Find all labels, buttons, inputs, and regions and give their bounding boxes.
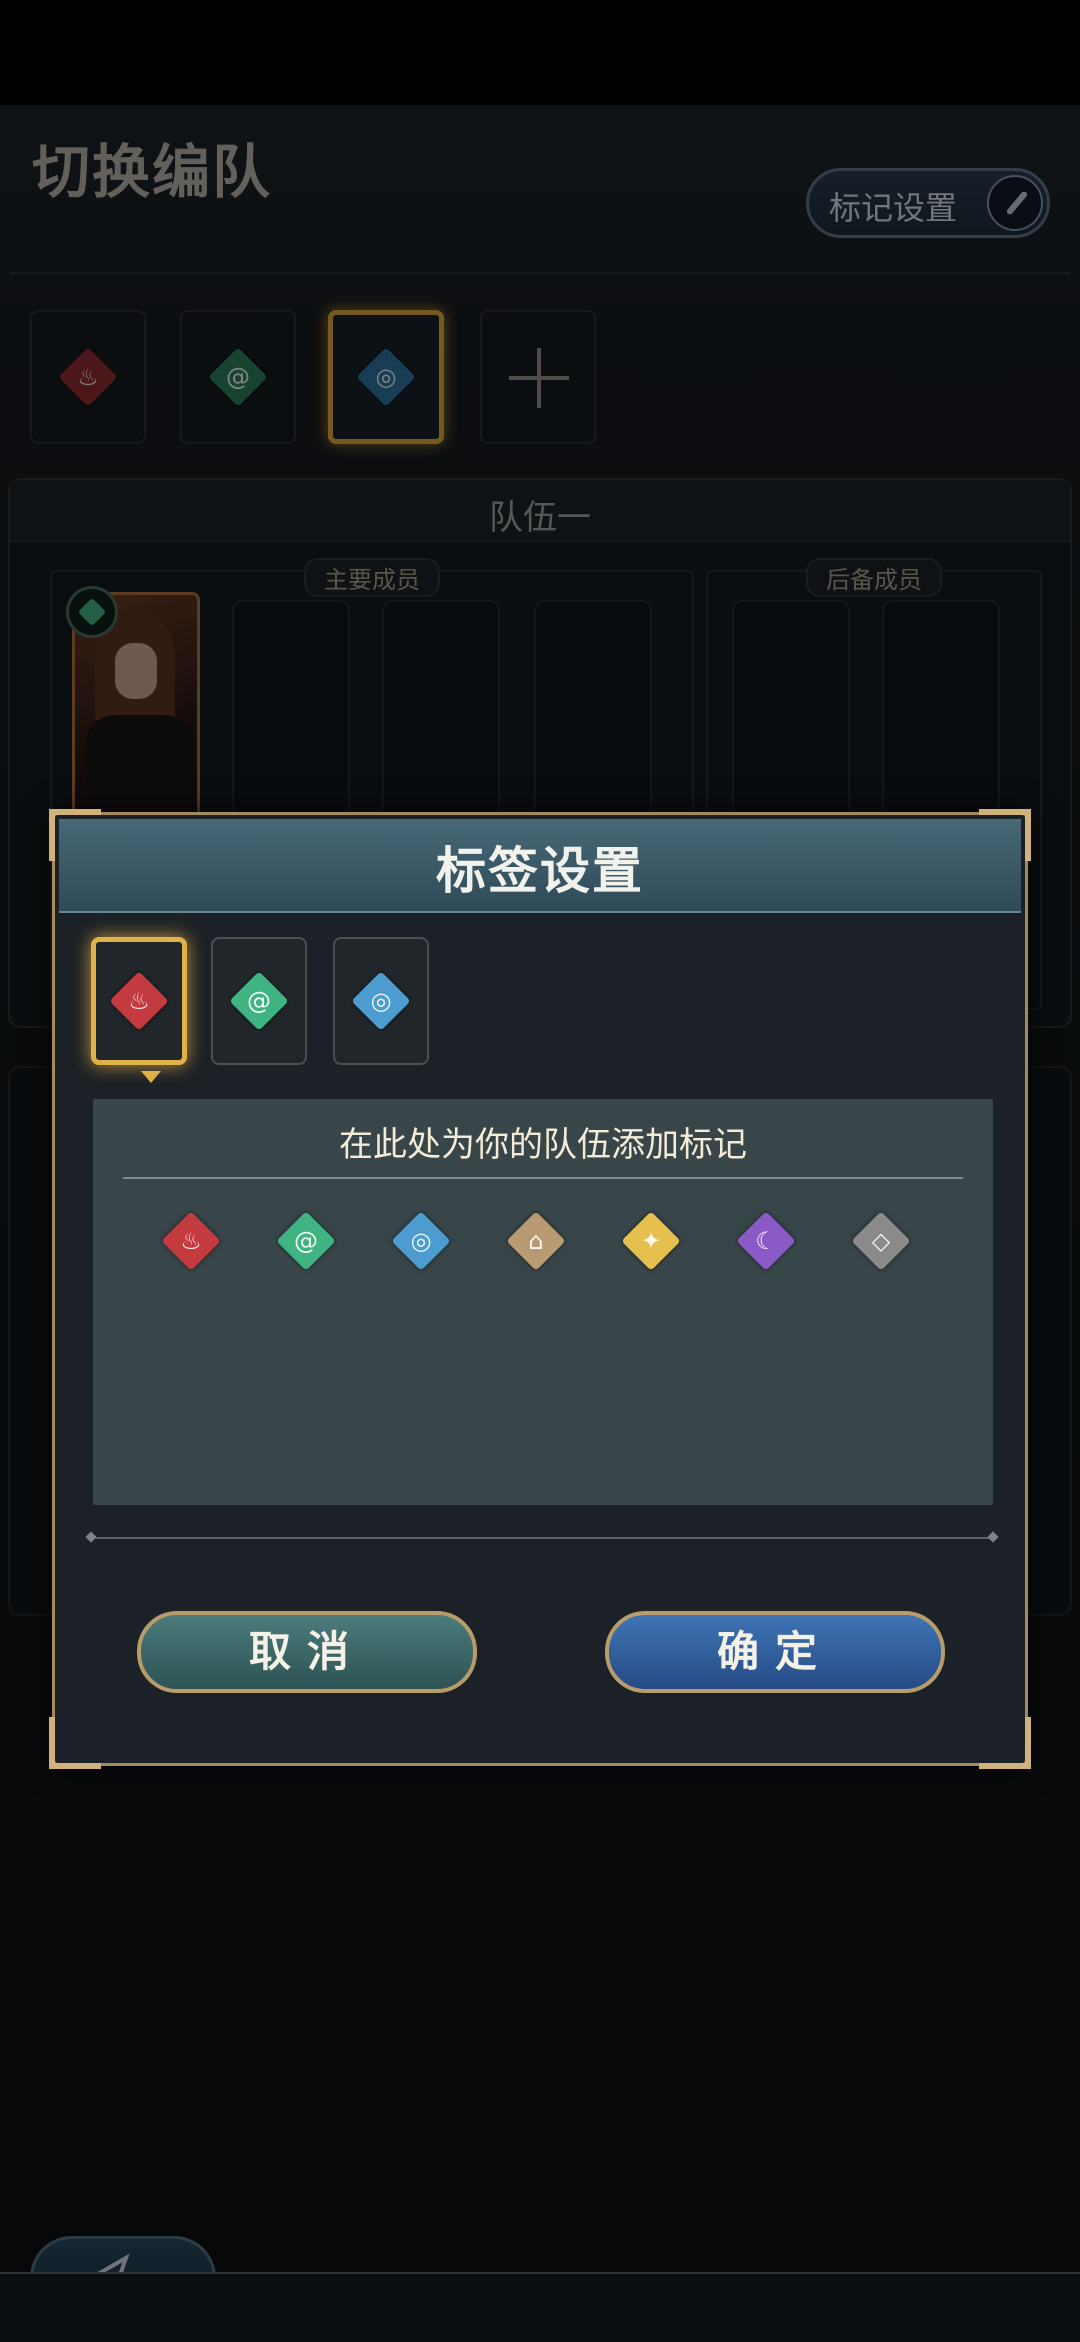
- neutral-element-icon[interactable]: ◇: [851, 1211, 911, 1271]
- cancel-label: 取消: [248, 1627, 365, 1676]
- selected-tag-slot-water[interactable]: ◎: [333, 937, 429, 1065]
- dark-element-icon[interactable]: ☾: [736, 1211, 796, 1271]
- light-element-icon[interactable]: ✦: [621, 1211, 681, 1271]
- selection-pointer: [141, 1071, 161, 1083]
- status-bar: [0, 0, 1080, 105]
- water-element-icon: ◎: [351, 971, 411, 1031]
- bottom-bar: [0, 2272, 1080, 2342]
- selected-tag-slot-wind[interactable]: @: [211, 937, 307, 1065]
- wind-element-icon[interactable]: @: [276, 1211, 336, 1271]
- tag-picker-prompt: 在此处为你的队伍添加标记: [339, 1125, 747, 1165]
- confirm-label: 确定: [716, 1627, 833, 1676]
- cancel-button[interactable]: 取消: [137, 1611, 477, 1693]
- water-element-icon[interactable]: ◎: [391, 1211, 451, 1271]
- tag-picker-panel: 在此处为你的队伍添加标记 ♨ @ ◎ ⌂ ✦ ☾ ◇: [93, 1099, 993, 1505]
- dialog-header: 标签设置: [59, 819, 1021, 913]
- tag-picker-divider: [123, 1177, 963, 1179]
- confirm-button[interactable]: 确定: [605, 1611, 945, 1693]
- fire-element-icon[interactable]: ♨: [161, 1211, 221, 1271]
- fire-element-icon: ♨: [109, 971, 169, 1031]
- dialog-divider: [89, 1537, 995, 1539]
- selected-tag-slot-fire[interactable]: ♨: [91, 937, 187, 1065]
- tag-settings-dialog: 标签设置 ♨ @ ◎ 在此处为你的队伍添加标记 ♨ @ ◎ ⌂ ✦ ☾ ◇ 取消…: [49, 809, 1031, 1769]
- earth-element-icon[interactable]: ⌂: [506, 1211, 566, 1271]
- dialog-title: 标签设置: [436, 841, 644, 900]
- wind-element-icon: @: [229, 971, 289, 1031]
